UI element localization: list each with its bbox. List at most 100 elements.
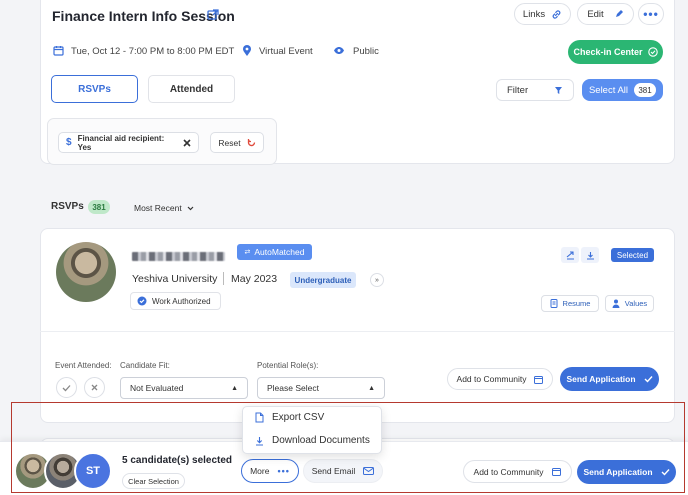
sort-label: Most Recent <box>134 203 182 213</box>
send-application-button[interactable]: Send Application <box>560 367 659 391</box>
filter-label: Filter <box>507 84 529 96</box>
checkin-label: Check-in Center <box>573 47 643 57</box>
location-pin-icon <box>242 45 252 57</box>
potential-roles-label: Potential Role(s): <box>257 361 319 370</box>
select-all-label: Select All <box>588 84 629 96</box>
rsvps-section-title: RSVPs <box>51 201 84 212</box>
tab-rsvps[interactable]: RSVPs <box>51 75 138 103</box>
more-button[interactable]: More ••• <box>241 459 299 483</box>
send-email-label: Send Email <box>311 466 356 476</box>
automatched-label: AutoMatched <box>254 247 305 257</box>
filter-chip[interactable]: $ Financial aid recipient: Yes <box>58 132 199 153</box>
event-location: Virtual Event <box>259 46 313 57</box>
resume-button[interactable]: Resume <box>541 295 599 312</box>
bulk-send-application-label: Send Application <box>583 467 653 477</box>
automatched-badge: ⇄ AutoMatched <box>237 244 312 260</box>
selected-badge[interactable]: Selected <box>611 248 654 262</box>
attended-no-button[interactable] <box>84 377 105 398</box>
chevron-down-icon <box>187 206 194 211</box>
download-documents-label: Download Documents <box>272 435 370 446</box>
filter-button[interactable]: Filter <box>496 79 574 101</box>
ellipsis-icon: ••• <box>277 466 290 476</box>
download-icon <box>586 251 595 260</box>
pencil-icon <box>614 9 624 19</box>
candidate-grad-date: May 2023 <box>231 273 278 285</box>
reset-filters-button[interactable]: Reset <box>210 132 264 153</box>
links-button[interactable]: Links <box>514 3 571 25</box>
candidate-fit-label: Candidate Fit: <box>120 361 170 370</box>
automatch-icon: ⇄ <box>244 249 251 256</box>
select-all-button[interactable]: Select All 381 <box>582 79 663 101</box>
caret-up-icon: ▲ <box>368 384 375 392</box>
event-date: Tue, Oct 12 - 7:00 PM to 8:00 PM EDT <box>71 46 235 57</box>
close-icon[interactable] <box>183 138 191 147</box>
download-icon <box>255 436 264 446</box>
attended-yes-button[interactable] <box>56 377 77 398</box>
info-separator <box>223 272 224 285</box>
funnel-icon <box>554 86 563 95</box>
check-icon <box>661 468 670 476</box>
person-icon <box>612 299 620 308</box>
external-link-icon[interactable] <box>207 9 219 21</box>
select-all-count-badge: 381 <box>634 83 657 97</box>
file-icon <box>255 412 264 423</box>
envelope-icon <box>363 467 375 475</box>
edit-button[interactable]: Edit <box>577 3 634 25</box>
link-icon <box>551 9 562 20</box>
menu-item-export-csv[interactable]: Export CSV <box>255 412 324 423</box>
send-application-label: Send Application <box>566 374 636 384</box>
share-button[interactable] <box>561 247 579 263</box>
calendar-icon <box>534 375 544 384</box>
more-options-button[interactable]: ••• <box>638 3 664 25</box>
reset-label: Reset <box>218 137 241 148</box>
bulk-send-application-button[interactable]: Send Application <box>577 460 676 484</box>
tab-attended[interactable]: Attended <box>148 75 235 103</box>
verified-badge-icon <box>137 296 147 306</box>
check-circle-icon <box>647 47 658 57</box>
candidate-fit-value: Not Evaluated <box>130 383 184 393</box>
caret-up-icon: ▲ <box>231 384 238 392</box>
sort-dropdown[interactable]: Most Recent <box>134 203 194 213</box>
candidate-fit-select[interactable]: Not Evaluated ▲ <box>120 377 248 399</box>
more-label: More <box>250 466 270 476</box>
values-label: Values <box>624 299 648 308</box>
ellipsis-icon: ••• <box>643 7 659 21</box>
menu-item-download-documents[interactable]: Download Documents <box>255 435 370 446</box>
check-icon <box>644 375 653 383</box>
potential-roles-select[interactable]: Please Select ▲ <box>257 377 385 399</box>
resume-label: Resume <box>562 299 591 308</box>
download-button[interactable] <box>581 247 599 263</box>
add-to-community-button[interactable]: Add to Community <box>447 368 553 390</box>
send-email-button[interactable]: Send Email <box>303 459 383 483</box>
selected-count-text: 5 candidate(s) selected <box>122 455 233 466</box>
check-icon <box>62 384 71 392</box>
bulk-add-community-label: Add to Community <box>473 466 544 477</box>
candidate-name <box>132 252 225 261</box>
candidate-school: Yeshiva University <box>132 273 218 285</box>
dollar-icon: $ <box>66 137 72 148</box>
event-visibility: Public <box>353 46 379 57</box>
level-badge: Undergraduate <box>290 272 356 288</box>
filter-chip-label: Financial aid recipient: Yes <box>77 133 165 152</box>
export-csv-label: Export CSV <box>272 412 325 423</box>
work-authorized-tag: Work Authorized <box>130 292 221 310</box>
checkin-center-button[interactable]: Check-in Center <box>568 40 663 64</box>
share-icon <box>566 250 575 260</box>
card-divider <box>40 331 675 332</box>
clear-selection-button[interactable]: Clear Selection <box>122 473 185 489</box>
x-icon <box>91 384 98 391</box>
work-authorized-label: Work Authorized <box>152 296 211 306</box>
selected-avatar-initials: ST <box>74 452 112 490</box>
bulk-add-to-community-button[interactable]: Add to Community <box>463 460 572 483</box>
potential-roles-placeholder: Please Select <box>267 383 319 393</box>
values-button[interactable]: Values <box>605 295 654 312</box>
links-label: Links <box>522 8 546 20</box>
info-expand-button[interactable]: » <box>370 273 384 287</box>
add-community-label: Add to Community <box>456 374 527 384</box>
calendar-icon <box>53 45 64 56</box>
candidate-avatar[interactable] <box>56 242 116 302</box>
event-attended-label: Event Attended: <box>55 361 112 370</box>
rsvps-count-badge: 381 <box>88 200 110 214</box>
edit-label: Edit <box>587 8 604 20</box>
eye-icon <box>333 46 345 55</box>
